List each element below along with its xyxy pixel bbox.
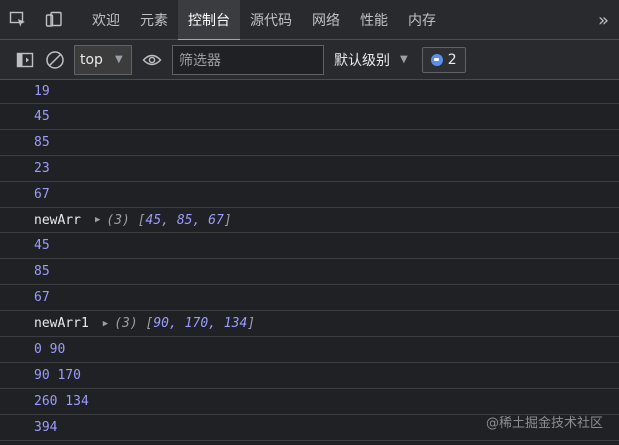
tab-sources[interactable]: 源代码: [240, 0, 302, 40]
console-message: newArr1 ▶ (3) [90, 170, 134]: [0, 311, 619, 338]
context-value: top: [80, 51, 103, 68]
levels-label: 默认级别: [334, 52, 390, 69]
chevron-down-icon: ▼: [114, 54, 123, 65]
console-value: 394: [34, 419, 58, 435]
console-message: 67: [0, 182, 619, 208]
issues-counter-button[interactable]: 2: [421, 46, 466, 73]
console-toolbar: top ▼ 筛选器 默认级别 ▼ 2: [0, 40, 619, 80]
console-message: 45: [0, 104, 619, 130]
console-message: newArr ▶ (3) [45, 85, 67]: [0, 208, 619, 234]
log-levels-dropdown[interactable]: 默认级别 ▼: [334, 50, 408, 70]
console-value: 19: [34, 84, 50, 99]
chevron-down-icon: ▼: [400, 54, 408, 65]
tab-console[interactable]: 控制台: [178, 0, 240, 41]
console-output: 19 45 85 23 67 newArr ▶ (3) [45, 85, 67]…: [0, 80, 619, 445]
issues-count: 2: [447, 51, 457, 68]
tab-welcome[interactable]: 欢迎: [82, 0, 130, 40]
expand-triangle-icon[interactable]: ▶: [95, 215, 100, 225]
console-message: 85: [0, 259, 619, 286]
filter-input[interactable]: 筛选器: [172, 44, 324, 75]
console-value: 45: [34, 108, 50, 124]
sidebar-toggle-icon[interactable]: [10, 40, 40, 80]
console-value: 260 134: [34, 393, 89, 409]
array-preview-prefix: (3) [: [106, 212, 146, 228]
watermark: @稀土掘金技术社区: [485, 416, 603, 431]
console-label: newArr1: [34, 316, 89, 332]
devtools-tabbar: 欢迎 元素 控制台 源代码 网络 性能 内存 »: [0, 0, 619, 41]
context-selector[interactable]: top ▼: [74, 44, 132, 75]
live-expression-eye-icon[interactable]: [132, 40, 172, 80]
console-value: 85: [34, 134, 50, 150]
console-value: 0 90: [34, 341, 66, 357]
console-value: 90 170: [34, 367, 81, 383]
console-message: 260 134: [0, 389, 619, 415]
console-message: 0 90: [0, 337, 619, 363]
array-preview[interactable]: ▶ (3) [45, 85, 67]: [95, 213, 232, 228]
issue-message-icon: [430, 53, 443, 66]
more-tabs-icon[interactable]: »: [598, 0, 609, 40]
array-values: 45, 85, 67: [145, 212, 224, 228]
console-value: 23: [34, 160, 50, 176]
expand-triangle-icon[interactable]: ▶: [103, 319, 108, 329]
console-value: 67: [34, 290, 50, 306]
panel-tabs: 欢迎 元素 控制台 源代码 网络 性能 内存: [82, 0, 446, 41]
tab-elements[interactable]: 元素: [130, 0, 178, 40]
tab-memory[interactable]: 内存: [398, 0, 446, 40]
array-preview-prefix: (3) [: [114, 316, 154, 332]
console-value: 45: [34, 238, 50, 254]
console-message: 67: [0, 285, 619, 312]
tab-network[interactable]: 网络: [302, 0, 350, 40]
console-label: newArr: [34, 212, 81, 228]
array-preview[interactable]: ▶ (3) [90, 170, 134]: [103, 316, 255, 331]
device-toolbar-icon[interactable]: [36, 0, 72, 40]
array-preview-close: ]: [247, 316, 256, 332]
console-value: 67: [34, 186, 50, 202]
inspect-element-icon[interactable]: [0, 0, 36, 40]
console-message: 90 170: [0, 363, 619, 389]
console-message: 85: [0, 130, 619, 156]
console-message: 19: [0, 80, 619, 104]
array-values: 90, 170, 134: [153, 316, 248, 332]
tab-performance[interactable]: 性能: [350, 0, 398, 40]
console-value: 85: [34, 264, 50, 280]
console-message: 45: [0, 233, 619, 260]
console-message: 23: [0, 156, 619, 182]
array-preview-close: ]: [223, 212, 232, 228]
clear-console-icon[interactable]: [40, 40, 70, 80]
